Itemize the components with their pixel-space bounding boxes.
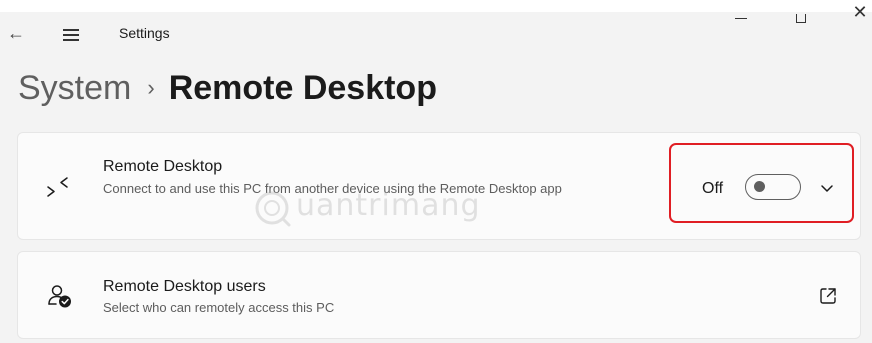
maximize-icon bbox=[796, 14, 806, 23]
close-button[interactable]: ✕ bbox=[840, 0, 872, 30]
remote-desktop-icon bbox=[47, 177, 68, 197]
hamburger-icon-line bbox=[63, 34, 79, 36]
user-check-icon bbox=[48, 285, 71, 308]
remote-desktop-title: Remote Desktop bbox=[103, 158, 223, 175]
back-button[interactable]: ← bbox=[4, 22, 28, 44]
open-external-icon[interactable] bbox=[818, 286, 838, 306]
quantrimang-logo bbox=[255, 191, 291, 227]
breadcrumb: System › Remote Desktop bbox=[18, 66, 437, 114]
page-title: Remote Desktop bbox=[168, 69, 437, 107]
hamburger-icon-line bbox=[63, 39, 79, 41]
remote-desktop-toggle[interactable] bbox=[745, 174, 801, 200]
minimize-button[interactable] bbox=[722, 0, 762, 30]
breadcrumb-separator: › bbox=[147, 75, 155, 100]
remote-desktop-users-title: Remote Desktop users bbox=[103, 278, 266, 295]
watermark-text: uantrimang bbox=[296, 188, 481, 223]
minimize-icon bbox=[735, 18, 747, 20]
toggle-knob bbox=[754, 181, 765, 192]
watermark: uantrimang bbox=[252, 184, 492, 232]
remote-desktop-users-description: Select who can remotely access this PC bbox=[103, 300, 335, 315]
chevron-down-icon[interactable] bbox=[815, 176, 839, 200]
app-title: Settings bbox=[119, 25, 170, 41]
maximize-button[interactable] bbox=[780, 0, 820, 30]
toggle-state-label: Off bbox=[702, 180, 724, 197]
breadcrumb-parent-link[interactable]: System bbox=[18, 69, 131, 107]
remote-desktop-users-card[interactable]: Remote Desktop users Select who can remo… bbox=[17, 251, 861, 339]
navigation-menu-button[interactable] bbox=[58, 24, 84, 46]
hamburger-icon-line bbox=[63, 29, 79, 31]
